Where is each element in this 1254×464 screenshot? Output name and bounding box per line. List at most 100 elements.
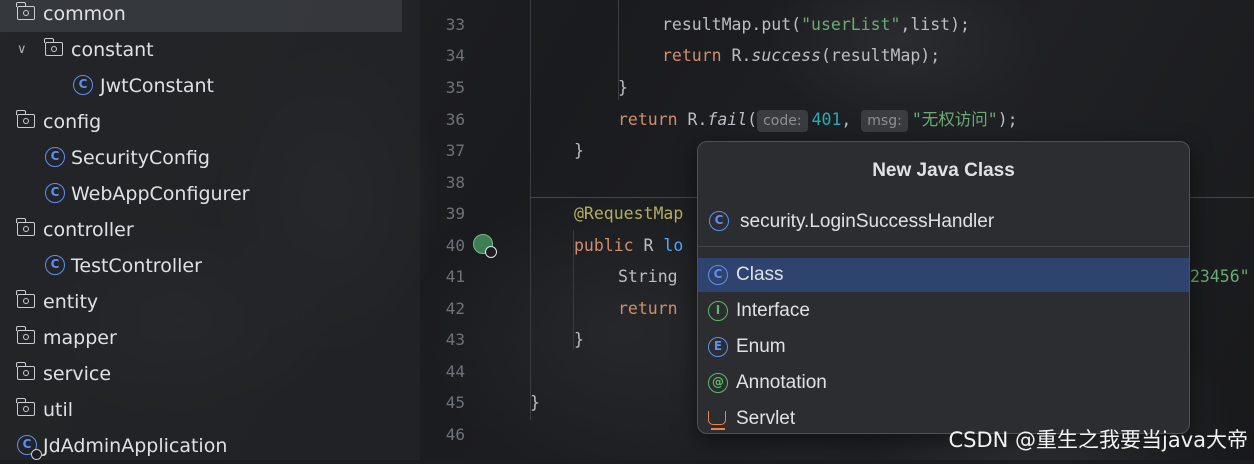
- package-icon: [44, 38, 63, 56]
- project-tree: common ∨ constant C JwtConstant config C…: [0, 0, 420, 460]
- code-token: 401: [811, 110, 842, 129]
- line-number: 39: [445, 204, 465, 223]
- line-number: 46: [445, 425, 465, 444]
- tree-item-label: config: [43, 111, 102, 133]
- code-line-35: }: [618, 78, 628, 97]
- tree-item-label: WebAppConfigurer: [71, 183, 250, 205]
- kind-option-label: Interface: [736, 300, 810, 321]
- enum-icon: E: [708, 337, 728, 357]
- class-icon: C: [708, 265, 728, 285]
- code-token: "userList": [801, 15, 901, 34]
- kind-option-label: Annotation: [736, 372, 827, 393]
- line-number: 40: [445, 236, 465, 255]
- line-number: 37: [445, 141, 465, 160]
- tree-item-label: common: [43, 3, 126, 25]
- popup-divider: [698, 246, 1189, 247]
- chevron-down-icon[interactable]: ∨: [17, 32, 31, 68]
- code-token: success: [751, 46, 821, 65]
- code-token: R.: [721, 46, 752, 65]
- code-token: public: [574, 236, 634, 255]
- run-badge-icon: [31, 449, 42, 460]
- class-name-value[interactable]: security.LoginSuccessHandler: [740, 202, 994, 242]
- class-icon: C: [709, 211, 729, 231]
- kind-option-label: Enum: [736, 336, 786, 357]
- code-token: (resultMap);: [820, 46, 941, 65]
- code-token: lo: [663, 236, 684, 255]
- package-icon: [16, 290, 35, 308]
- code-token: R.: [677, 110, 708, 129]
- line-number: 44: [445, 362, 465, 381]
- line-number: 45: [445, 393, 465, 412]
- code-line-37: }: [574, 141, 584, 160]
- code-token: ,list);: [900, 15, 970, 34]
- tree-item-label: JwtConstant: [100, 75, 215, 97]
- code-line-45: }: [530, 393, 540, 412]
- servlet-cup-icon: [708, 411, 726, 430]
- kind-option-enum[interactable]: E Enum: [698, 330, 1189, 364]
- code-token: R: [633, 236, 664, 255]
- tree-item-label: entity: [43, 291, 99, 313]
- param-hint-msg: msg:: [861, 110, 908, 132]
- code-token: fail: [707, 110, 748, 129]
- line-number: 43: [445, 330, 465, 349]
- code-line-40: public R lo: [574, 230, 683, 261]
- code-line-36: return R.fail(code: 401, msg: "无权访问");: [618, 104, 1018, 135]
- package-icon: [16, 326, 35, 344]
- class-icon: C: [45, 183, 65, 203]
- tree-item-label: util: [43, 399, 74, 421]
- package-icon: [16, 218, 35, 236]
- code-token: (: [747, 110, 758, 129]
- line-number: 41: [445, 267, 465, 286]
- code-line-43: }: [574, 330, 584, 349]
- kind-option-class[interactable]: C Class: [698, 258, 1189, 292]
- package-icon: [16, 110, 35, 128]
- code-token: ,: [841, 110, 852, 129]
- class-icon: C: [73, 75, 93, 95]
- line-number: 35: [445, 78, 465, 97]
- tree-item-label: JdAdminApplication: [43, 435, 228, 457]
- class-name-input[interactable]: C security.LoginSuccessHandler: [698, 202, 1189, 242]
- param-hint-code: code:: [757, 110, 808, 132]
- kind-option-annotation[interactable]: @ Annotation: [698, 366, 1189, 400]
- package-icon: [16, 398, 35, 416]
- code-line-41: String: [618, 267, 678, 286]
- class-icon-letter: C: [22, 437, 32, 451]
- indent-guide: [530, 0, 531, 420]
- code-line-39: @RequestMap: [574, 204, 684, 223]
- interface-icon: I: [708, 301, 728, 321]
- tree-item-label: SecurityConfig: [71, 147, 210, 169]
- class-icon: C: [45, 147, 65, 167]
- line-number: 34: [445, 46, 465, 65]
- kind-option-label: Servlet: [736, 408, 796, 429]
- line-number: 38: [445, 173, 465, 192]
- globe-icon: [485, 246, 497, 258]
- line-number: 33: [445, 15, 465, 34]
- tree-item-common[interactable]: common: [0, 0, 402, 32]
- kind-option-label: Class: [736, 264, 784, 285]
- code-token: "无权访问": [911, 110, 998, 129]
- code-token: return: [662, 46, 722, 65]
- endpoint-gutter-icon[interactable]: [473, 234, 497, 258]
- line-number: 36: [445, 110, 465, 129]
- code-line-42: return: [618, 299, 678, 318]
- popup-title: New Java Class: [872, 160, 1015, 181]
- package-icon: [16, 2, 35, 20]
- code-line-34: return R.success(resultMap);: [662, 40, 940, 71]
- code-line-41-tail: 23456": [1190, 267, 1250, 286]
- tree-item-label: TestController: [71, 255, 202, 277]
- code-line-33: resultMap.put("userList",list);: [662, 9, 970, 40]
- tree-item-label: mapper: [43, 327, 117, 349]
- annotation-icon: @: [708, 373, 728, 393]
- package-icon: [16, 362, 35, 380]
- watermark-text: CSDN @重生之我要当java大帝: [948, 428, 1248, 452]
- tree-item-label: controller: [43, 219, 134, 241]
- code-token: );: [997, 110, 1018, 129]
- kind-option-interface[interactable]: I Interface: [698, 294, 1189, 328]
- code-token: resultMap.put(: [662, 15, 802, 34]
- tree-item-label: constant: [71, 39, 154, 61]
- tree-item-label: service: [43, 363, 112, 385]
- new-java-class-popup: New Java Class C security.LoginSuccessHa…: [697, 141, 1190, 434]
- line-number: 42: [445, 299, 465, 318]
- class-icon: C: [45, 255, 65, 275]
- code-token: return: [618, 110, 678, 129]
